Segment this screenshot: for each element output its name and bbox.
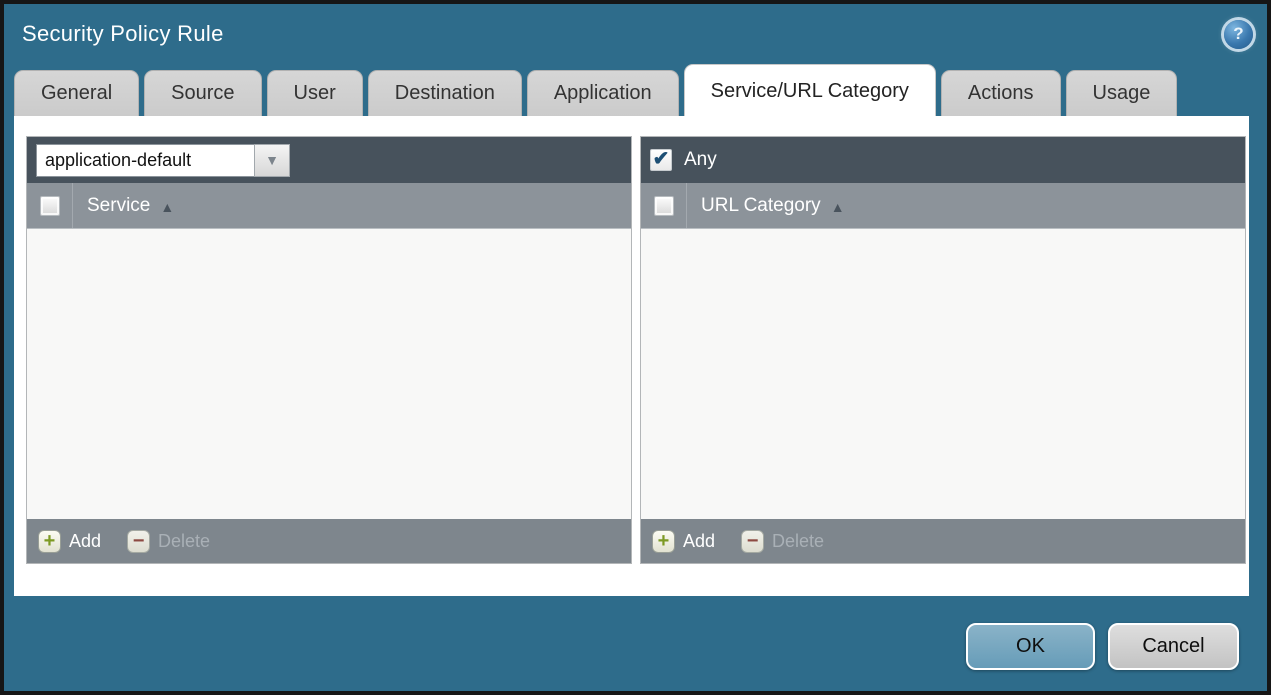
url-column-header[interactable]: URL Category ▲ <box>687 195 845 217</box>
service-column-header[interactable]: Service ▲ <box>73 195 174 217</box>
dialog-title: Security Policy Rule <box>22 21 224 46</box>
service-dropdown-bar: ▼ <box>27 137 631 183</box>
service-column-label: Service <box>87 194 151 216</box>
service-type-combobox: ▼ <box>36 143 290 177</box>
url-any-bar: ✔ Any <box>641 137 1245 183</box>
service-footer: + Add − Delete <box>27 519 631 563</box>
plus-icon: + <box>652 529 675 553</box>
minus-icon: − <box>741 529 765 553</box>
service-select-all-checkbox[interactable] <box>39 195 60 216</box>
service-add-button[interactable]: + Add <box>38 529 102 553</box>
service-dropdown-button[interactable]: ▼ <box>254 143 290 177</box>
url-select-all-cell <box>641 183 687 228</box>
url-add-button[interactable]: + Add <box>652 529 716 553</box>
minus-icon: − <box>127 529 151 553</box>
sort-asc-icon: ▲ <box>830 198 845 215</box>
dialog-button-row: OK Cancel <box>966 623 1239 670</box>
any-checkbox[interactable]: ✔ <box>650 149 672 171</box>
url-select-all-checkbox[interactable] <box>653 195 674 216</box>
service-select-all-cell <box>27 183 73 228</box>
help-icon[interactable]: ? <box>1224 19 1253 49</box>
service-add-label: Add <box>69 530 102 551</box>
url-add-label: Add <box>683 530 716 551</box>
service-type-input[interactable] <box>36 143 254 177</box>
url-column-label: URL Category <box>701 194 821 216</box>
tab-destination[interactable]: Destination <box>367 70 522 116</box>
service-panel: ▼ Service ▲ + Add − <box>26 136 632 564</box>
tab-usage[interactable]: Usage <box>1065 70 1178 116</box>
plus-icon: + <box>38 529 61 553</box>
check-icon: ✔ <box>652 147 670 170</box>
tab-general[interactable]: General <box>14 70 140 116</box>
url-table-header: URL Category ▲ <box>641 183 1245 229</box>
dialog-content: ▼ Service ▲ + Add − <box>14 116 1249 596</box>
tab-actions[interactable]: Actions <box>940 70 1061 116</box>
tab-application[interactable]: Application <box>526 70 679 116</box>
url-category-list[interactable] <box>641 229 1245 519</box>
url-delete-button[interactable]: − Delete <box>741 529 825 553</box>
url-category-panel: ✔ Any URL Category ▲ + Add − Delete <box>640 136 1246 564</box>
tab-service-url-category[interactable]: Service/URL Category <box>683 64 936 116</box>
titlebar: Security Policy Rule ? <box>4 4 1267 64</box>
tab-source[interactable]: Source <box>144 70 262 116</box>
service-table-header: Service ▲ <box>27 183 631 229</box>
security-policy-rule-dialog: Security Policy Rule ? General Source Us… <box>0 0 1271 695</box>
cancel-button[interactable]: Cancel <box>1108 623 1239 670</box>
url-footer: + Add − Delete <box>641 519 1245 563</box>
chevron-down-icon: ▼ <box>265 152 279 168</box>
service-delete-label: Delete <box>158 530 211 551</box>
ok-button[interactable]: OK <box>966 623 1095 670</box>
service-delete-button[interactable]: − Delete <box>127 529 211 553</box>
any-label: Any <box>684 149 717 170</box>
tab-user[interactable]: User <box>266 70 363 116</box>
tab-bar: General Source User Destination Applicat… <box>4 64 1267 116</box>
url-delete-label: Delete <box>772 530 825 551</box>
service-list[interactable] <box>27 229 631 519</box>
sort-asc-icon: ▲ <box>160 198 175 215</box>
